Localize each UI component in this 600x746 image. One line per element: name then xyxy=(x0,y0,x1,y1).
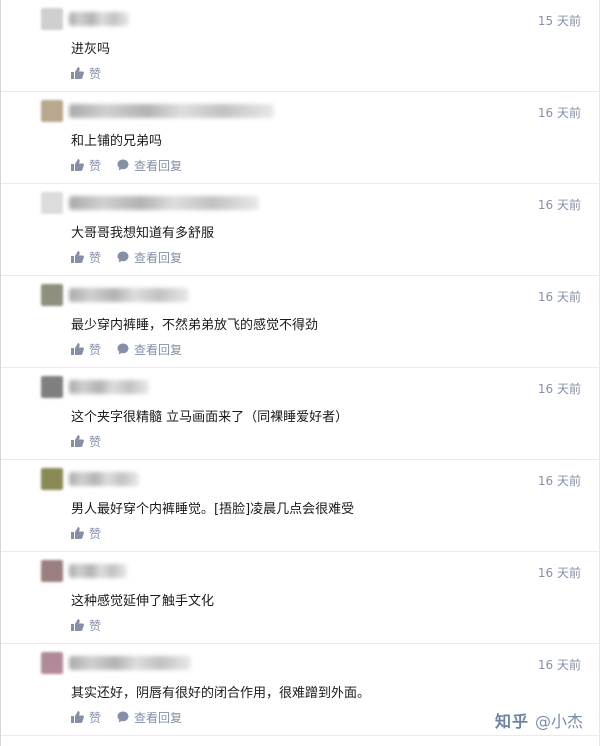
comment-text: 男人最好穿个内裤睡觉。[捂脸]凌晨几点会很难受 xyxy=(71,502,355,517)
comment-time: 16 天前 xyxy=(537,106,581,120)
blurred-username xyxy=(69,12,129,26)
like-label: 赞 xyxy=(89,710,102,725)
comment-item: 16 天前 大哥哥我想知道有多舒服 赞 查看回复 xyxy=(1,184,600,276)
blurred-username xyxy=(69,288,189,302)
blurred-username xyxy=(69,564,127,578)
comment-text: 进灰吗 xyxy=(71,42,111,57)
thumbs-up-icon xyxy=(71,435,84,447)
like-button[interactable]: 赞 xyxy=(71,709,101,726)
blurred-username xyxy=(69,104,274,118)
avatar[interactable] xyxy=(41,376,63,398)
comment-item: 16 天前 这个夹字很精髓 立马画面来了（同裸睡爱好者） 赞 xyxy=(1,368,600,460)
comment-actions: 赞 查看回复 xyxy=(71,708,182,726)
blurred-username xyxy=(69,196,259,210)
like-label: 赞 xyxy=(89,342,102,357)
blurred-username xyxy=(69,656,191,670)
comment-actions: 赞 xyxy=(71,64,101,82)
comment-item: 16 天前 和上铺的兄弟吗 赞 查看回复 xyxy=(1,92,600,184)
like-label: 赞 xyxy=(89,250,102,265)
comment-actions: 赞 xyxy=(71,524,101,542)
comment-text: 大哥哥我想知道有多舒服 xyxy=(71,226,215,241)
zhihu-watermark: 知乎 @小杰 xyxy=(495,708,583,732)
comment-actions: 赞 xyxy=(71,432,101,450)
avatar[interactable] xyxy=(41,8,63,30)
view-replies-label: 查看回复 xyxy=(134,158,183,173)
comment-time: 16 天前 xyxy=(537,658,581,672)
comment-item: 16 天前 男人最好穿个内裤睡觉。[捂脸]凌晨几点会很难受 赞 xyxy=(1,460,600,552)
comment-time: 16 天前 xyxy=(537,474,581,488)
thumbs-up-icon xyxy=(71,527,84,539)
comment-text: 最少穿内裤睡，不然弟弟放飞的感觉不得劲 xyxy=(71,318,319,333)
avatar[interactable] xyxy=(41,284,63,306)
thumbs-up-icon xyxy=(71,711,84,723)
view-replies-button[interactable]: 查看回复 xyxy=(117,341,182,358)
like-button[interactable]: 赞 xyxy=(71,65,101,82)
watermark-site: 知乎 xyxy=(494,712,529,731)
chat-bubble-icon xyxy=(117,711,129,723)
view-replies-label: 查看回复 xyxy=(134,250,183,265)
thumbs-up-icon xyxy=(71,159,84,171)
view-replies-button[interactable]: 查看回复 xyxy=(117,249,182,266)
comment-text: 这种感觉延伸了触手文化 xyxy=(71,594,215,609)
comment-item: 16 天前 这种感觉延伸了触手文化 赞 xyxy=(1,552,600,644)
view-replies-button[interactable]: 查看回复 xyxy=(117,709,182,726)
view-replies-button[interactable]: 查看回复 xyxy=(117,157,182,174)
view-replies-label: 查看回复 xyxy=(134,342,183,357)
avatar[interactable] xyxy=(41,192,63,214)
chat-bubble-icon xyxy=(117,159,129,171)
like-label: 赞 xyxy=(89,618,102,633)
thumbs-up-icon xyxy=(71,619,84,631)
comment-actions: 赞 查看回复 xyxy=(71,248,182,266)
comment-time: 16 天前 xyxy=(537,198,581,212)
comment-time: 16 天前 xyxy=(537,290,581,304)
comment-text: 其实还好，阴唇有很好的闭合作用，很难蹭到外面。 xyxy=(71,686,371,701)
view-replies-label: 查看回复 xyxy=(134,710,183,725)
comment-text: 这个夹字很精髓 立马画面来了（同裸睡爱好者） xyxy=(71,410,349,425)
comment-actions: 赞 查看回复 xyxy=(71,340,182,358)
comment-item: 15 天前 进灰吗 赞 xyxy=(1,0,600,92)
comment-actions: 赞 查看回复 xyxy=(71,156,182,174)
thumbs-up-icon xyxy=(71,67,84,79)
like-button[interactable]: 赞 xyxy=(71,525,101,542)
thumbs-up-icon xyxy=(71,343,84,355)
avatar[interactable] xyxy=(41,468,63,490)
avatar[interactable] xyxy=(41,652,63,674)
like-label: 赞 xyxy=(89,434,102,449)
like-label: 赞 xyxy=(89,158,102,173)
like-button[interactable]: 赞 xyxy=(71,249,101,266)
comment-actions: 赞 xyxy=(71,616,101,634)
like-button[interactable]: 赞 xyxy=(71,433,101,450)
comment-time: 16 天前 xyxy=(537,382,581,396)
blurred-username xyxy=(69,472,139,486)
comment-time: 16 天前 xyxy=(537,566,581,580)
watermark-author: @小杰 xyxy=(534,712,583,731)
thumbs-up-icon xyxy=(71,251,84,263)
comment-list-panel: 15 天前 进灰吗 赞 16 天前 和上铺的兄弟吗 赞 查看回复 16 天前 大… xyxy=(0,0,600,746)
chat-bubble-icon xyxy=(117,343,129,355)
like-label: 赞 xyxy=(89,66,102,81)
avatar[interactable] xyxy=(41,560,63,582)
blurred-username xyxy=(69,380,149,394)
like-label: 赞 xyxy=(89,526,102,541)
avatar[interactable] xyxy=(41,100,63,122)
like-button[interactable]: 赞 xyxy=(71,157,101,174)
chat-bubble-icon xyxy=(117,251,129,263)
comment-item: 16 天前 最少穿内裤睡，不然弟弟放飞的感觉不得劲 赞 查看回复 xyxy=(1,276,600,368)
comment-text: 和上铺的兄弟吗 xyxy=(71,134,163,149)
like-button[interactable]: 赞 xyxy=(71,341,101,358)
like-button[interactable]: 赞 xyxy=(71,617,101,634)
comment-time: 15 天前 xyxy=(537,14,581,28)
